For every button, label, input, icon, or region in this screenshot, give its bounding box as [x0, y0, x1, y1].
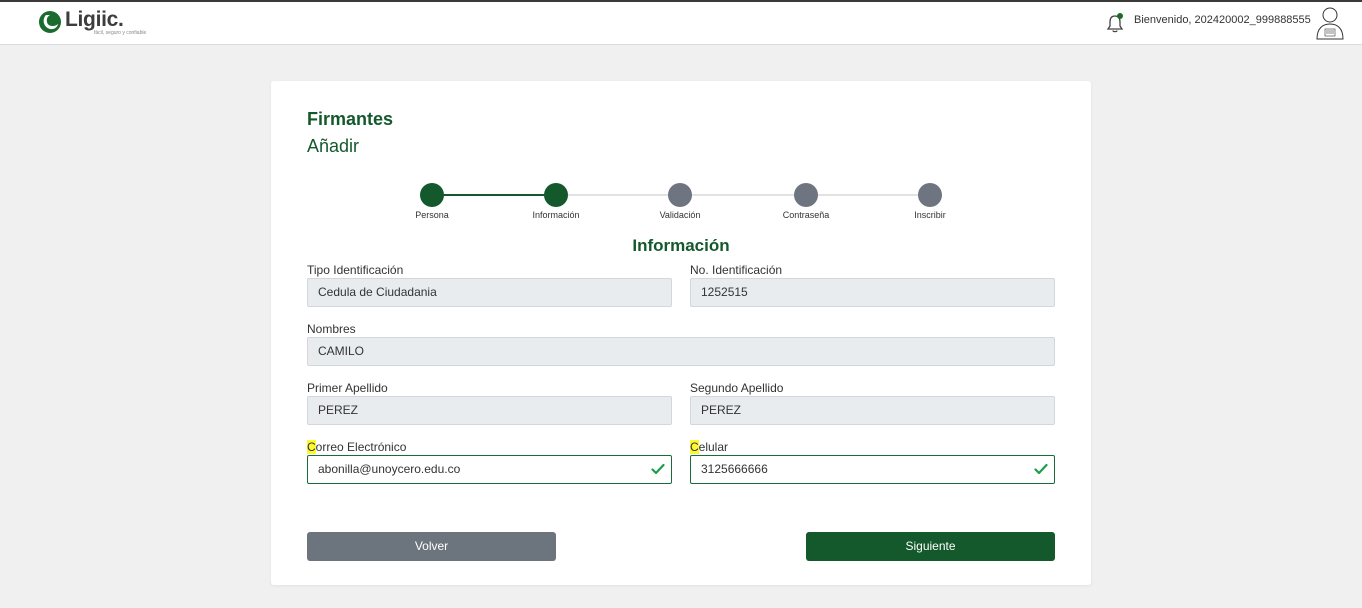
step-label-contrasena: Contraseña	[782, 210, 830, 220]
step-label-inscribir: Inscribir	[914, 210, 946, 220]
correo-label-highlight: C	[307, 440, 316, 454]
step-connector-1	[432, 194, 556, 196]
celular-label: Celular	[690, 440, 728, 454]
welcome-text: Bienvenido, 202420002_999888555	[1134, 14, 1311, 26]
ligiic-logo-icon	[39, 11, 61, 33]
top-header: Ligiic. fácil, seguro y confiable Bienve…	[0, 0, 1362, 45]
logo-text: Ligiic.	[65, 8, 124, 31]
siguiente-button[interactable]: Siguiente	[806, 532, 1055, 561]
correo-value: abonilla@unoycero.edu.co	[318, 462, 461, 476]
page-title: Firmantes	[307, 109, 394, 129]
primer-apellido-field[interactable]: PEREZ	[307, 396, 672, 425]
celular-value: 3125666666	[701, 462, 768, 476]
step-label-persona: Persona	[415, 210, 449, 220]
tipo-identificacion-field[interactable]: Cedula de Ciudadania	[307, 278, 672, 307]
celular-field[interactable]: 3125666666	[690, 455, 1055, 484]
celular-label-highlight: C	[690, 440, 699, 454]
step-label-informacion: Información	[532, 210, 580, 220]
nombres-label: Nombres	[307, 322, 356, 336]
notification-dot	[1117, 13, 1123, 19]
no-identificacion-label: No. Identificación	[690, 263, 783, 277]
step-dot-informacion[interactable]	[544, 183, 568, 207]
volver-button[interactable]: Volver	[307, 532, 556, 561]
progress-stepper: Persona Información Validación Contraseñ…	[271, 181, 1091, 226]
step-label-validacion: Validación	[659, 210, 701, 220]
user-avatar-icon[interactable]	[1315, 6, 1345, 40]
step-connector-4	[806, 194, 930, 196]
celular-label-rest: elular	[698, 440, 729, 454]
primer-apellido-label: Primer Apellido	[307, 381, 388, 395]
nombres-field[interactable]: CAMILO	[307, 337, 1055, 366]
form-card: Firmantes Añadir Persona Información Val…	[271, 81, 1091, 585]
step-dot-validacion[interactable]	[668, 183, 692, 207]
ligiic-logo[interactable]: Ligiic. fácil, seguro y confiable	[38, 8, 158, 40]
check-icon	[651, 463, 665, 475]
logo-tagline: fácil, seguro y confiable	[94, 30, 147, 36]
step-connector-3	[680, 194, 806, 196]
correo-label: Correo Electrónico	[307, 440, 406, 454]
no-identificacion-field[interactable]: 1252515	[690, 278, 1055, 307]
tipo-identificacion-label: Tipo Identificación	[307, 263, 404, 277]
correo-label-rest: orreo Electrónico	[315, 440, 407, 454]
step-connector-2	[556, 194, 680, 196]
step-dot-inscribir[interactable]	[918, 183, 942, 207]
section-title: Información	[632, 236, 730, 255]
correo-field[interactable]: abonilla@unoycero.edu.co	[307, 455, 672, 484]
segundo-apellido-field[interactable]: PEREZ	[690, 396, 1055, 425]
page-subtitle: Añadir	[307, 136, 360, 156]
step-dot-contrasena[interactable]	[794, 183, 818, 207]
step-dot-persona[interactable]	[420, 183, 444, 207]
segundo-apellido-label: Segundo Apellido	[690, 381, 784, 395]
check-icon	[1034, 463, 1048, 475]
